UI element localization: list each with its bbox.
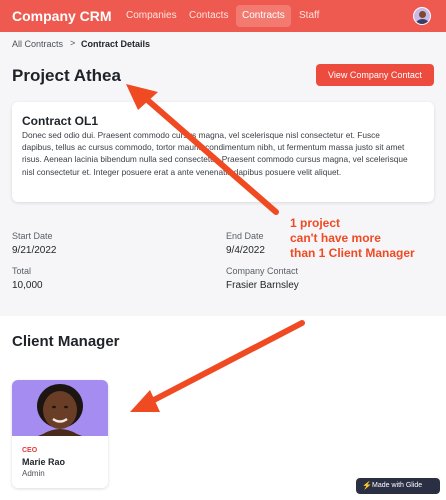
company-contact-value[interactable]: Frasier Barnsley bbox=[226, 280, 299, 291]
client-manager-card[interactable]: CEO Marie Rao Admin bbox=[12, 380, 108, 488]
company-contact-label: Company Contact bbox=[226, 266, 299, 276]
contract-title: Contract OL1 bbox=[22, 114, 99, 128]
contract-card: Contract OL1 Donec sed odio dui. Praesen… bbox=[12, 102, 434, 202]
tab-contracts[interactable]: Contracts bbox=[236, 5, 291, 27]
start-date-label: Start Date bbox=[12, 231, 53, 241]
breadcrumb-current: Contract Details bbox=[81, 39, 151, 49]
breadcrumb-chevron-icon: > bbox=[70, 38, 76, 48]
user-avatar[interactable] bbox=[413, 7, 431, 25]
person-name: Marie Rao bbox=[22, 457, 66, 467]
end-date-value: 9/4/2022 bbox=[226, 245, 265, 256]
annotation-line-1: 1 project bbox=[290, 216, 341, 230]
person-subtitle: Admin bbox=[22, 469, 45, 478]
tab-companies[interactable]: Companies bbox=[120, 5, 183, 27]
person-photo bbox=[12, 380, 108, 436]
start-date-value: 9/21/2022 bbox=[12, 245, 57, 256]
top-navbar: Company CRM Companies Contacts Contracts… bbox=[0, 0, 446, 32]
page-title: Project Athea bbox=[12, 66, 121, 85]
made-with-glide-badge[interactable]: ⚡ Made with Glide bbox=[356, 478, 440, 494]
app-brand[interactable]: Company CRM bbox=[12, 8, 112, 24]
total-value: 10,000 bbox=[12, 280, 43, 291]
client-manager-heading: Client Manager bbox=[12, 333, 120, 350]
tab-contacts[interactable]: Contacts bbox=[183, 5, 234, 27]
bolt-icon: ⚡ bbox=[362, 481, 372, 490]
view-company-contact-button[interactable]: View Company Contact bbox=[316, 64, 434, 86]
end-date-label: End Date bbox=[226, 231, 264, 241]
annotation-line-2: can't have more bbox=[290, 231, 381, 245]
annotation-note: 1 project can't have more than 1 Client … bbox=[290, 216, 415, 261]
badge-label: Made with Glide bbox=[372, 482, 423, 489]
annotation-line-3: than 1 Client Manager bbox=[290, 246, 415, 260]
annotation-arrowhead-2 bbox=[130, 390, 160, 412]
total-label: Total bbox=[12, 266, 32, 276]
contract-description: Donec sed odio dui. Praesent commodo cur… bbox=[22, 130, 408, 177]
person-role: CEO bbox=[22, 447, 38, 454]
breadcrumb-parent-link[interactable]: All Contracts bbox=[12, 39, 63, 49]
tab-staff[interactable]: Staff bbox=[293, 5, 325, 27]
annotation-arrow-2 bbox=[147, 320, 305, 405]
